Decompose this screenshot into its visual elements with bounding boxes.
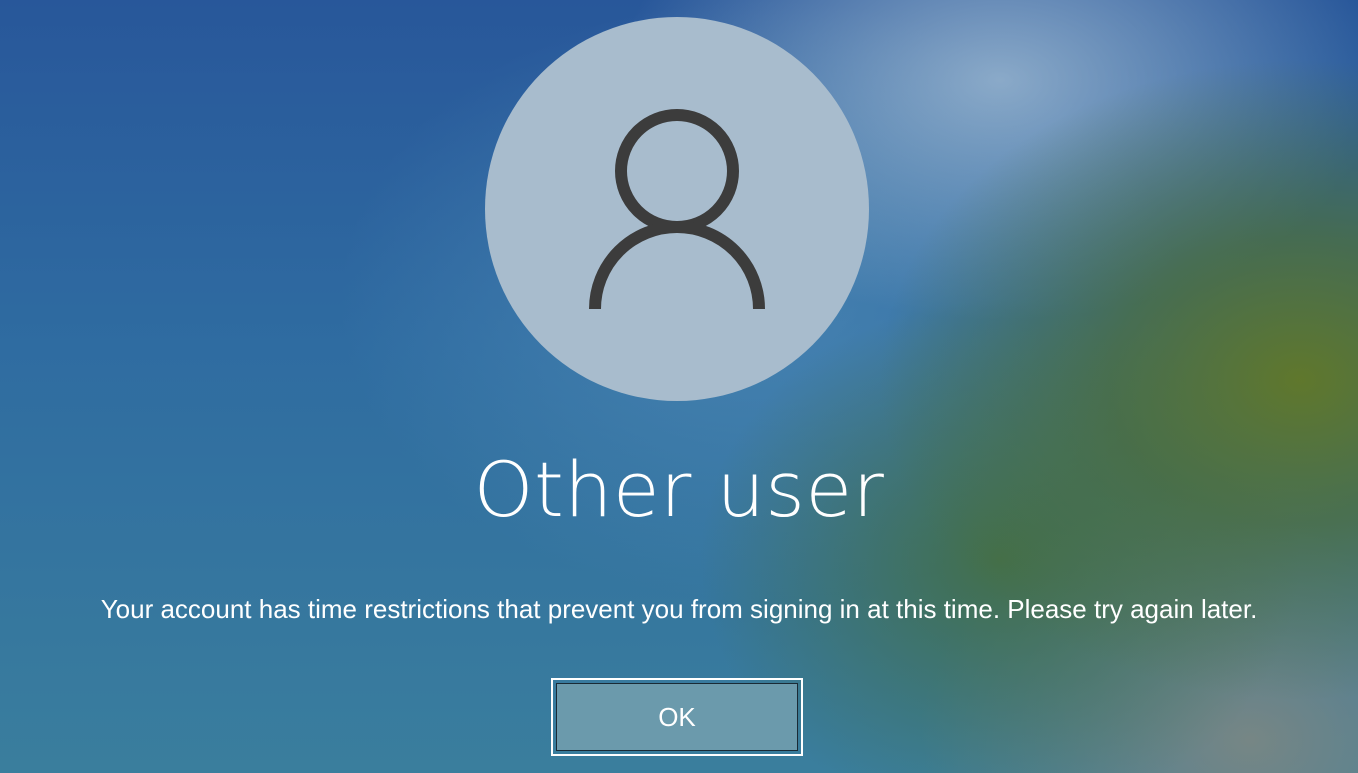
username-label: Other user bbox=[473, 445, 885, 534]
sign-in-error-message: Your account has time restrictions that … bbox=[100, 594, 1258, 624]
ok-button[interactable]: OK bbox=[551, 678, 803, 756]
ok-button-label: OK bbox=[556, 683, 798, 751]
user-silhouette-icon bbox=[589, 109, 765, 310]
user-avatar bbox=[485, 17, 869, 401]
